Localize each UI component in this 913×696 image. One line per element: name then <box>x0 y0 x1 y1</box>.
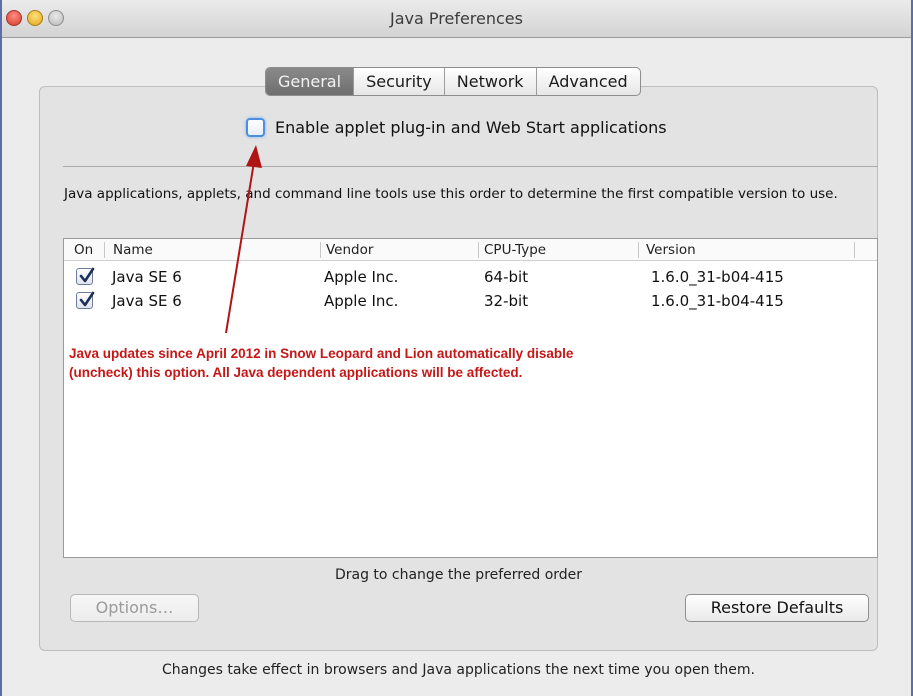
java-preferences-window: Java Preferences General Security Networ… <box>0 0 913 696</box>
drag-hint: Drag to change the preferred order <box>334 567 583 583</box>
column-header-version[interactable]: Version <box>646 239 696 261</box>
row-name: Java SE 6 <box>112 292 182 310</box>
enable-applet-option[interactable]: Enable applet plug-in and Web Start appl… <box>246 118 667 137</box>
row-vendor: Apple Inc. <box>324 268 399 286</box>
row-cpu-type: 32-bit <box>484 292 529 310</box>
java-versions-table[interactable]: On Name Vendor CPU-Type Version Java SE … <box>63 238 878 558</box>
annotation-note: Java updates since April 2012 in Snow Le… <box>69 346 574 380</box>
row-version: 1.6.0_31-b04-415 <box>651 292 784 310</box>
column-separator <box>854 242 855 258</box>
tab-network[interactable]: Network <box>445 68 537 95</box>
title-bar[interactable]: Java Preferences <box>2 0 911 38</box>
row-cpu-type: 64-bit <box>484 268 529 286</box>
enable-applet-label[interactable]: Enable applet plug-in and Web Start appl… <box>275 118 667 137</box>
column-header-cpu-type[interactable]: CPU-Type <box>484 239 546 261</box>
column-header-on[interactable]: On <box>74 239 93 261</box>
divider <box>63 166 878 167</box>
enable-applet-checkbox[interactable] <box>246 118 265 137</box>
footer-note: Changes take effect in browsers and Java… <box>162 662 755 678</box>
tab-general[interactable]: General <box>266 68 355 95</box>
row-enabled-checkbox[interactable] <box>76 291 95 309</box>
checkmark-icon <box>79 267 95 283</box>
checkmark-icon <box>79 291 95 307</box>
version-order-description: Java applications, applets, and command … <box>64 186 838 202</box>
row-version: 1.6.0_31-b04-415 <box>651 268 784 286</box>
preferences-tabs: General Security Network Advanced <box>265 67 641 96</box>
options-button[interactable]: Options… <box>70 594 199 622</box>
table-header: On Name Vendor CPU-Type Version <box>64 239 877 261</box>
tab-security[interactable]: Security <box>354 68 445 95</box>
column-header-vendor[interactable]: Vendor <box>326 239 373 261</box>
tab-advanced[interactable]: Advanced <box>537 68 640 95</box>
row-vendor: Apple Inc. <box>324 292 399 310</box>
column-separator <box>104 242 105 258</box>
row-name: Java SE 6 <box>112 268 182 286</box>
row-enabled-checkbox[interactable] <box>76 267 95 285</box>
column-separator <box>320 242 321 258</box>
column-separator <box>478 242 479 258</box>
table-row[interactable]: Java SE 6 Apple Inc. 64-bit 1.6.0_31-b04… <box>64 266 877 288</box>
window-title: Java Preferences <box>390 9 523 28</box>
column-header-name[interactable]: Name <box>113 239 153 261</box>
table-row[interactable]: Java SE 6 Apple Inc. 32-bit 1.6.0_31-b04… <box>64 290 877 312</box>
column-separator <box>638 242 639 258</box>
restore-defaults-button[interactable]: Restore Defaults <box>685 594 869 622</box>
